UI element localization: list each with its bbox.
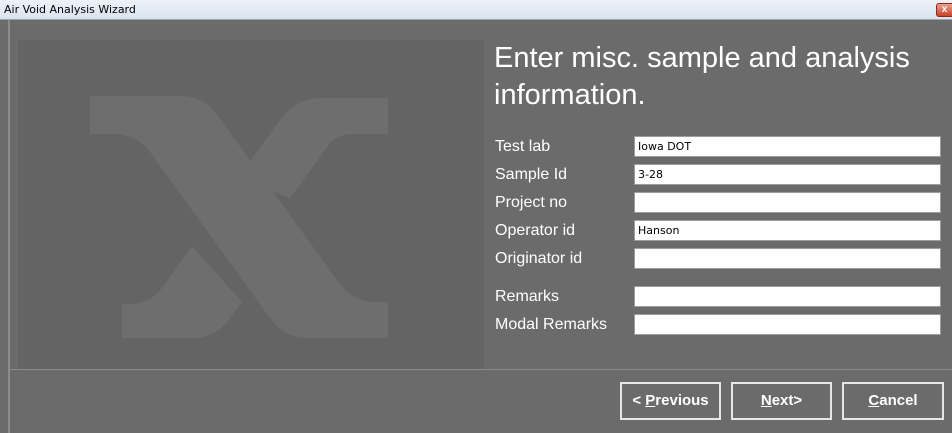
title-bar: Air Void Analysis Wizard x bbox=[0, 0, 952, 20]
label-operator-id: Operator id bbox=[495, 222, 576, 239]
modal-remarks-field[interactable] bbox=[634, 314, 941, 335]
page-heading: Enter misc. sample and analysis informat… bbox=[494, 40, 952, 114]
x-logo-icon bbox=[90, 96, 388, 338]
test-lab-field[interactable] bbox=[634, 136, 941, 157]
previous-accesskey: P bbox=[645, 392, 656, 409]
remarks-field[interactable] bbox=[634, 286, 941, 307]
cancel-accesskey: C bbox=[868, 392, 880, 409]
next-rest: ext> bbox=[771, 392, 803, 409]
heading-line-1: Enter misc. sample and analysis bbox=[494, 42, 910, 74]
sample-id-field[interactable] bbox=[634, 164, 941, 185]
project-no-field[interactable] bbox=[634, 192, 941, 213]
label-originator-id: Originator id bbox=[495, 250, 583, 267]
operator-id-field[interactable] bbox=[634, 220, 941, 241]
label-test-lab: Test lab bbox=[495, 138, 551, 155]
window-title: Air Void Analysis Wizard bbox=[4, 3, 136, 16]
previous-prefix: < bbox=[632, 392, 646, 409]
label-modal-remarks: Modal Remarks bbox=[495, 316, 608, 333]
label-sample-id: Sample Id bbox=[495, 166, 568, 183]
originator-id-field[interactable] bbox=[634, 248, 941, 269]
label-project-no: Project no bbox=[495, 194, 568, 211]
previous-button[interactable]: < Previous bbox=[620, 382, 721, 420]
cancel-rest: ancel bbox=[879, 392, 918, 409]
label-remarks: Remarks bbox=[495, 288, 560, 305]
next-button[interactable]: Next> bbox=[731, 382, 832, 420]
heading-line-2: information. bbox=[494, 79, 646, 111]
cancel-button[interactable]: Cancel bbox=[842, 382, 944, 420]
watermark-panel bbox=[18, 40, 484, 369]
previous-rest: revious bbox=[655, 392, 709, 409]
close-icon[interactable]: x bbox=[936, 3, 952, 17]
next-accesskey: N bbox=[760, 392, 772, 409]
